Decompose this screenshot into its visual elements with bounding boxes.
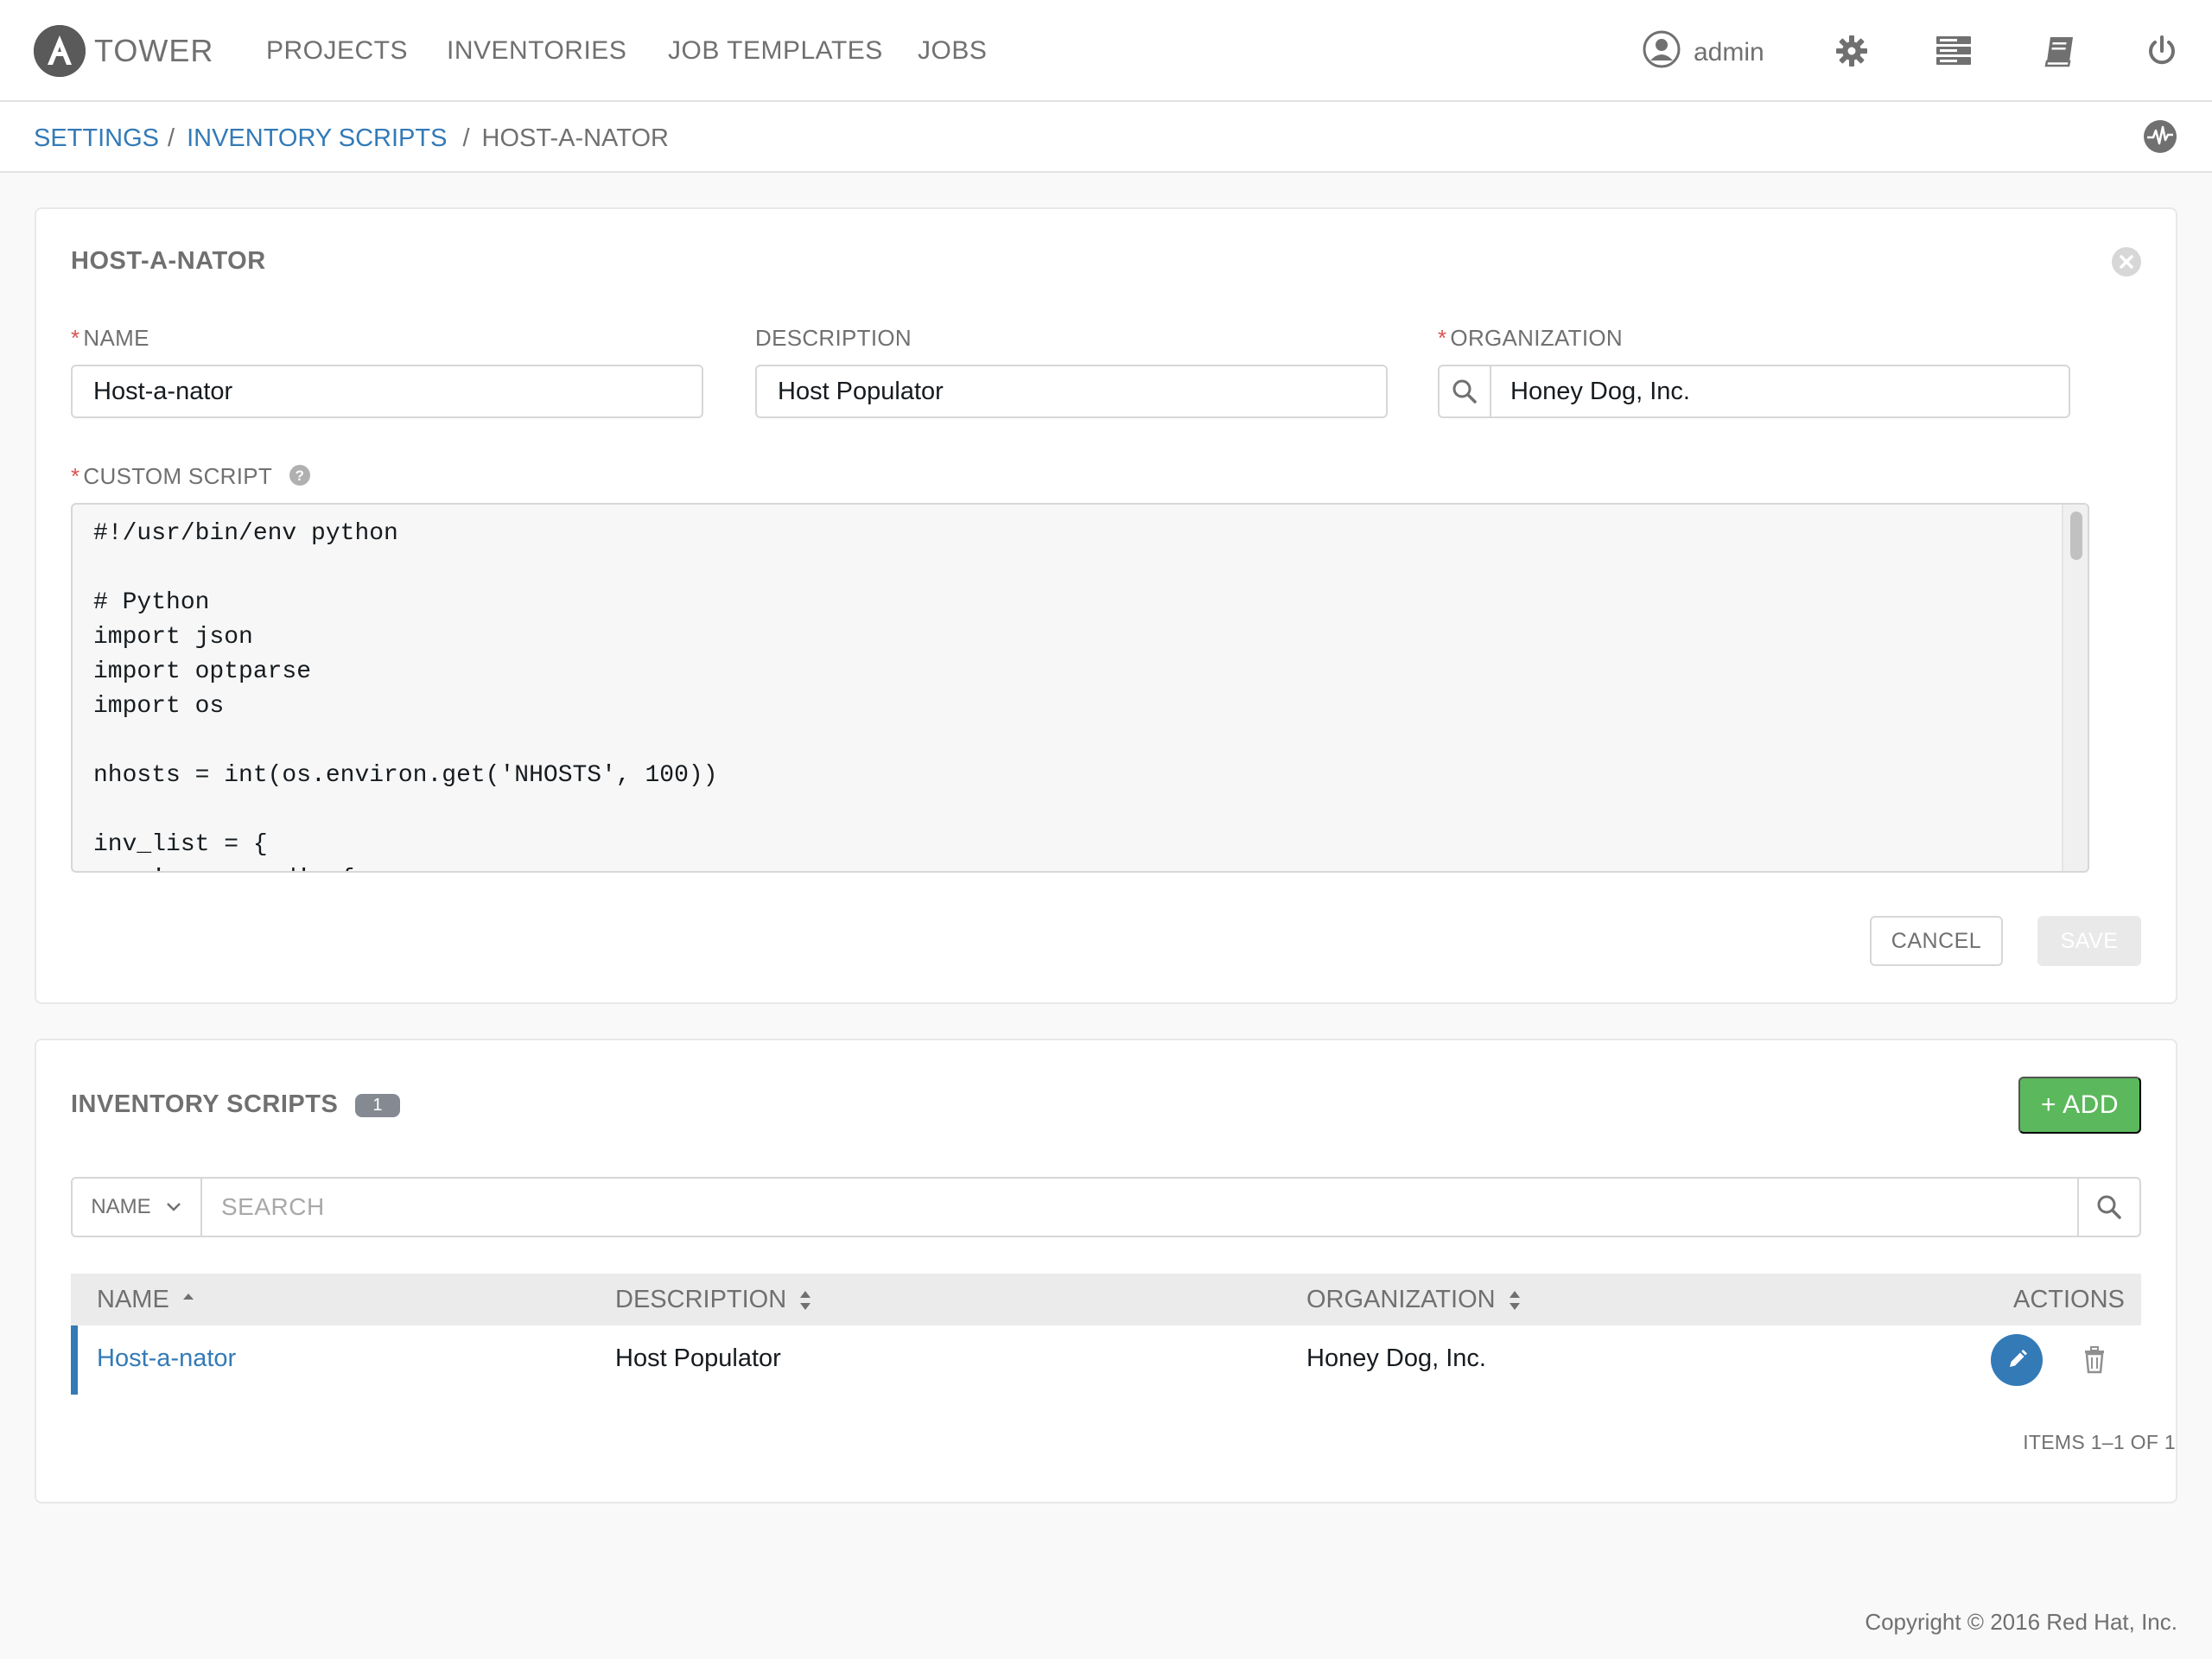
code-line: inv_list = {	[93, 831, 268, 858]
user-menu[interactable]: admin	[1642, 29, 1764, 75]
brand-name: TOWER	[94, 33, 214, 68]
nav-inventories[interactable]: INVENTORIES	[447, 36, 626, 66]
search-button[interactable]	[2077, 1179, 2139, 1236]
top-navbar: TOWER PROJECTS INVENTORIES JOB TEMPLATES…	[0, 0, 2212, 102]
custom-script-label: * CUSTOM SCRIPT ?	[71, 463, 311, 493]
column-actions: ACTIONS	[2013, 1286, 2125, 1313]
nav-projects[interactable]: PROJECTS	[266, 36, 408, 66]
code-line: import json	[93, 624, 253, 651]
inventory-scripts-panel: INVENTORY SCRIPTS 1 + ADD	[35, 1039, 2177, 1503]
name-label: * NAME	[71, 325, 149, 351]
server-icon[interactable]	[1934, 31, 1974, 71]
organization-label: * ORGANIZATION	[1438, 325, 1623, 351]
svg-text:?: ?	[296, 467, 305, 484]
sort-icon	[1509, 1290, 1520, 1310]
editor-scrollbar[interactable]	[2062, 505, 2088, 871]
code-line: nhosts = int(os.environ.get('NHOSTS', 10…	[93, 762, 718, 789]
sort-icon	[800, 1290, 811, 1310]
table-row: Host-a-nator Host Populator Honey Dog, I…	[71, 1325, 2141, 1395]
user-icon	[1642, 29, 1681, 75]
activity-stream-icon[interactable]	[2143, 119, 2177, 154]
save-button[interactable]: SAVE	[2037, 916, 2141, 966]
organization-lookup-button[interactable]	[1440, 366, 1491, 416]
custom-script-editor[interactable]: #!/usr/bin/env python # Python import json…	[71, 503, 2089, 873]
organization-value: Honey Dog, Inc.	[1510, 377, 1690, 405]
brand[interactable]: TOWER	[34, 25, 213, 77]
gear-icon[interactable]	[1832, 31, 1872, 71]
form-title: HOST-A-NATOR	[71, 247, 266, 275]
code-line: #!/usr/bin/env python	[93, 520, 398, 547]
table-header: NAME DESCRIPTION ORGANIZATION ACTIONS	[71, 1274, 2141, 1325]
row-organization: Honey Dog, Inc.	[1306, 1344, 1486, 1372]
chevron-down-icon	[166, 1203, 181, 1211]
breadcrumb-current: HOST-A-NATOR	[481, 124, 669, 152]
list-title: INVENTORY SCRIPTS 1	[71, 1090, 400, 1119]
sort-ascending-icon	[182, 1293, 194, 1300]
code-line: 'ungrouped': {	[93, 862, 718, 871]
code-line: # Python	[93, 589, 210, 616]
edit-button[interactable]	[1991, 1334, 2043, 1386]
delete-button[interactable]	[2079, 1344, 2110, 1376]
search-bar: NAME	[71, 1177, 2141, 1237]
breadcrumb-bar: SETTINGS / INVENTORY SCRIPTS / HOST-A-NA…	[0, 102, 2212, 173]
breadcrumb-separator: /	[168, 124, 175, 152]
name-input[interactable]: Host-a-nator	[71, 365, 703, 418]
search-icon	[1452, 379, 1477, 404]
code-line: import os	[93, 693, 225, 720]
breadcrumb-separator: /	[462, 124, 470, 152]
add-button[interactable]: + ADD	[2018, 1077, 2141, 1134]
power-icon[interactable]	[2142, 31, 2182, 71]
search-icon	[2097, 1195, 2121, 1219]
book-icon[interactable]	[2039, 31, 2079, 71]
code-lines: #!/usr/bin/env python # Python import json…	[93, 517, 718, 871]
row-name-link[interactable]: Host-a-nator	[97, 1344, 236, 1373]
column-description[interactable]: DESCRIPTION	[615, 1286, 812, 1314]
pagination-info: ITEMS 1–1 OF 1	[2023, 1431, 2176, 1453]
count-badge: 1	[355, 1093, 400, 1117]
footer-copyright: Copyright © 2016 Red Hat, Inc.	[1865, 1609, 2177, 1635]
trash-icon	[2085, 1346, 2104, 1374]
column-name[interactable]: NAME	[97, 1286, 195, 1314]
breadcrumb-settings[interactable]: SETTINGS	[34, 124, 159, 153]
help-icon[interactable]: ?	[289, 464, 311, 493]
nav-jobs[interactable]: JOBS	[918, 36, 987, 66]
nav-job-templates[interactable]: JOB TEMPLATES	[668, 36, 883, 66]
code-line: import optparse	[93, 658, 312, 685]
row-description: Host Populator	[615, 1344, 781, 1372]
cancel-button[interactable]: CANCEL	[1870, 916, 2003, 966]
close-icon[interactable]	[2110, 245, 2143, 278]
column-organization[interactable]: ORGANIZATION	[1306, 1286, 1522, 1314]
breadcrumb: SETTINGS / INVENTORY SCRIPTS / HOST-A-NA…	[34, 124, 669, 153]
user-name: admin	[1694, 37, 1764, 67]
search-input[interactable]	[204, 1179, 2079, 1236]
breadcrumb-inventory-scripts[interactable]: INVENTORY SCRIPTS	[187, 124, 447, 153]
tower-logo-icon	[34, 25, 86, 77]
organization-input[interactable]: Honey Dog, Inc.	[1438, 365, 2070, 418]
editor-scrollbar-thumb[interactable]	[2070, 512, 2082, 560]
pencil-icon	[2010, 1350, 2027, 1367]
description-label: DESCRIPTION	[755, 325, 912, 351]
description-input[interactable]: Host Populator	[755, 365, 1388, 418]
search-key-dropdown[interactable]: NAME	[73, 1179, 202, 1236]
